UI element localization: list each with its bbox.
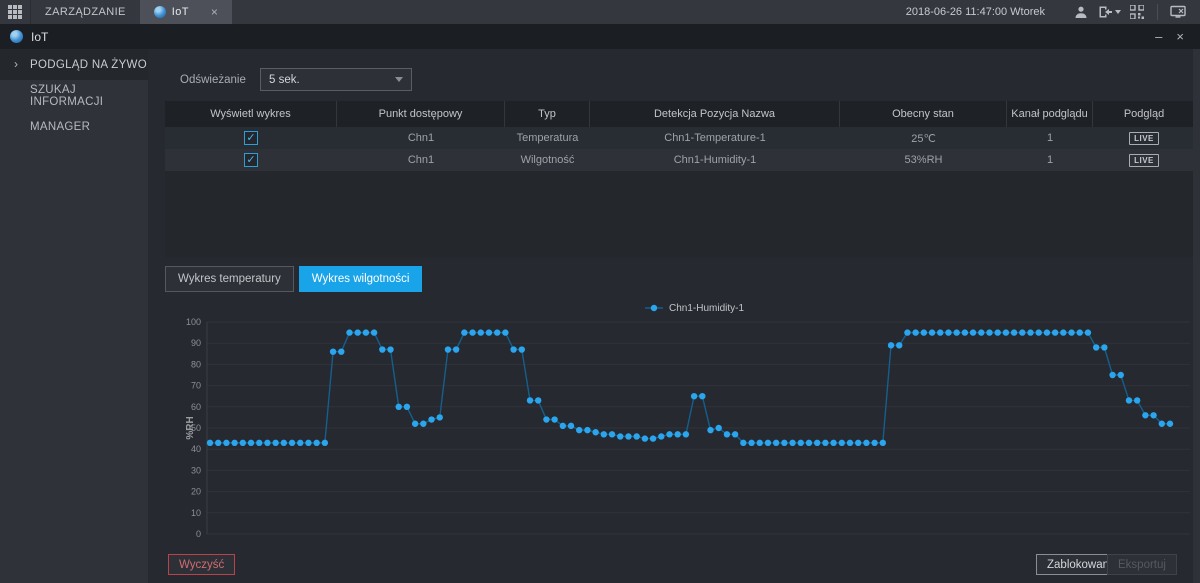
col-header-kanal-podgladu: Kanał podglądu xyxy=(1007,101,1093,127)
cell-type: Wilgotność xyxy=(505,149,590,171)
sidebar-item-szukaj-informacji[interactable]: SZUKAJ INFORMACJI xyxy=(0,80,148,111)
sidebar-item-podglad-na-zywo[interactable]: › PODGLĄD NA ŻYWO xyxy=(0,49,148,80)
cell-current-state: 53%RH xyxy=(840,149,1007,171)
sidebar-item-label: SZUKAJ INFORMACJI xyxy=(30,84,148,108)
grid-glyph xyxy=(8,5,22,19)
cell-channel: 1 xyxy=(1007,149,1093,171)
display-monitor-icon[interactable] xyxy=(1164,0,1192,24)
iot-globe-icon xyxy=(10,30,23,43)
sidebar: › PODGLĄD NA ŻYWO SZUKAJ INFORMACJI MANA… xyxy=(0,49,148,583)
tab-wykres-wilgotnosci[interactable]: Wykres wilgotności xyxy=(299,266,423,292)
chevron-down-icon xyxy=(395,77,403,82)
svg-text:0: 0 xyxy=(196,529,201,539)
logout-caret-icon xyxy=(1115,10,1121,14)
svg-text:100: 100 xyxy=(186,317,201,327)
live-preview-button[interactable]: LIVE xyxy=(1129,132,1159,145)
topbar-right: 2018-06-26 11:47:00 Wtorek xyxy=(906,0,1200,24)
col-header-podglad: Podgląd xyxy=(1093,101,1195,127)
svg-text:30: 30 xyxy=(191,465,201,475)
refresh-interval-value: 5 sek. xyxy=(269,74,300,86)
tab-wykres-temperatury[interactable]: Wykres temperatury xyxy=(165,266,294,292)
tab-label: IoT xyxy=(172,6,189,18)
refresh-row: Odświeżanie 5 sek. xyxy=(180,68,412,91)
table-row-humidity: ✓ Chn1 Wilgotność Chn1-Humidity-1 53%RH … xyxy=(165,149,1195,171)
sidebar-item-label: MANAGER xyxy=(30,121,90,133)
sidebar-item-manager[interactable]: MANAGER xyxy=(0,111,148,142)
svg-text:80: 80 xyxy=(191,359,201,369)
svg-text:90: 90 xyxy=(191,338,201,348)
table-row-temperature: ✓ Chn1 Temperatura Chn1-Temperature-1 25… xyxy=(165,127,1195,149)
refresh-label: Odświeżanie xyxy=(180,74,260,86)
svg-text:20: 20 xyxy=(191,487,201,497)
svg-text:40: 40 xyxy=(191,444,201,454)
show-chart-checkbox[interactable]: ✓ xyxy=(244,153,258,167)
cell-name: Chn1-Temperature-1 xyxy=(590,127,840,149)
iot-sensor-table: Wyświetl wykres Punkt dostępowy Typ Dete… xyxy=(165,101,1195,258)
close-button[interactable]: × xyxy=(1176,30,1184,43)
export-button: Eksportuj xyxy=(1107,554,1177,575)
chart-tab-bar: Wykres temperatury Wykres wilgotności xyxy=(165,266,422,292)
tab-iot[interactable]: IoT × xyxy=(140,0,233,24)
system-top-bar: ZARZĄDZANIE IoT × 2018-06-26 11:47:00 Wt… xyxy=(0,0,1200,24)
qr-code-icon[interactable] xyxy=(1123,0,1151,24)
tab-zarzadzanie[interactable]: ZARZĄDZANIE xyxy=(30,0,140,24)
col-header-typ: Typ xyxy=(505,101,590,127)
cell-channel: 1 xyxy=(1007,127,1093,149)
tab-label: ZARZĄDZANIE xyxy=(45,6,126,18)
cell-type: Temperatura xyxy=(505,127,590,149)
live-preview-button[interactable]: LIVE xyxy=(1129,154,1159,167)
logout-icon[interactable] xyxy=(1095,0,1123,24)
apps-grid-icon[interactable] xyxy=(0,0,30,24)
window-title-bar: IoT – × xyxy=(0,24,1200,49)
col-header-punkt-dostepowy: Punkt dostępowy xyxy=(337,101,505,127)
chevron-right-icon: › xyxy=(14,57,18,71)
svg-text:60: 60 xyxy=(191,402,201,412)
svg-text:%RH: %RH xyxy=(185,416,196,439)
datetime-display: 2018-06-26 11:47:00 Wtorek xyxy=(906,6,1045,18)
cell-access-point: Chn1 xyxy=(337,127,505,149)
main-content: Odświeżanie 5 sek. Wyświetl wykres Punkt… xyxy=(148,49,1193,583)
tab-close-icon[interactable]: × xyxy=(211,5,218,19)
show-chart-checkbox[interactable]: ✓ xyxy=(244,131,258,145)
clear-button[interactable]: Wyczyść xyxy=(168,554,235,575)
globe-icon xyxy=(154,6,166,18)
svg-text:Chn1-Humidity-1: Chn1-Humidity-1 xyxy=(669,303,744,314)
topbar-divider xyxy=(1157,4,1158,20)
humidity-chart-svg: 0102030405060708090100%RHChn1-Humidity-1 xyxy=(183,298,1195,546)
refresh-interval-select[interactable]: 5 sek. xyxy=(260,68,412,91)
col-header-wyswietl-wykres: Wyświetl wykres xyxy=(165,101,337,127)
user-icon[interactable] xyxy=(1067,0,1095,24)
humidity-chart: 0102030405060708090100%RHChn1-Humidity-1 xyxy=(183,298,1195,546)
window-title: IoT xyxy=(31,30,48,44)
col-header-detekcja-pozycja-nazwa: Detekcja Pozycja Nazwa xyxy=(590,101,840,127)
sidebar-item-label: PODGLĄD NA ŻYWO xyxy=(30,59,147,71)
cell-name: Chn1-Humidity-1 xyxy=(590,149,840,171)
col-header-obecny-stan: Obecny stan xyxy=(840,101,1007,127)
minimize-button[interactable]: – xyxy=(1155,30,1162,43)
table-header-row: Wyświetl wykres Punkt dostępowy Typ Dete… xyxy=(165,101,1195,127)
svg-text:70: 70 xyxy=(191,381,201,391)
cell-access-point: Chn1 xyxy=(337,149,505,171)
svg-text:10: 10 xyxy=(191,508,201,518)
cell-current-state: 25℃ xyxy=(840,127,1007,149)
vertical-scrollbar[interactable] xyxy=(1193,49,1200,583)
